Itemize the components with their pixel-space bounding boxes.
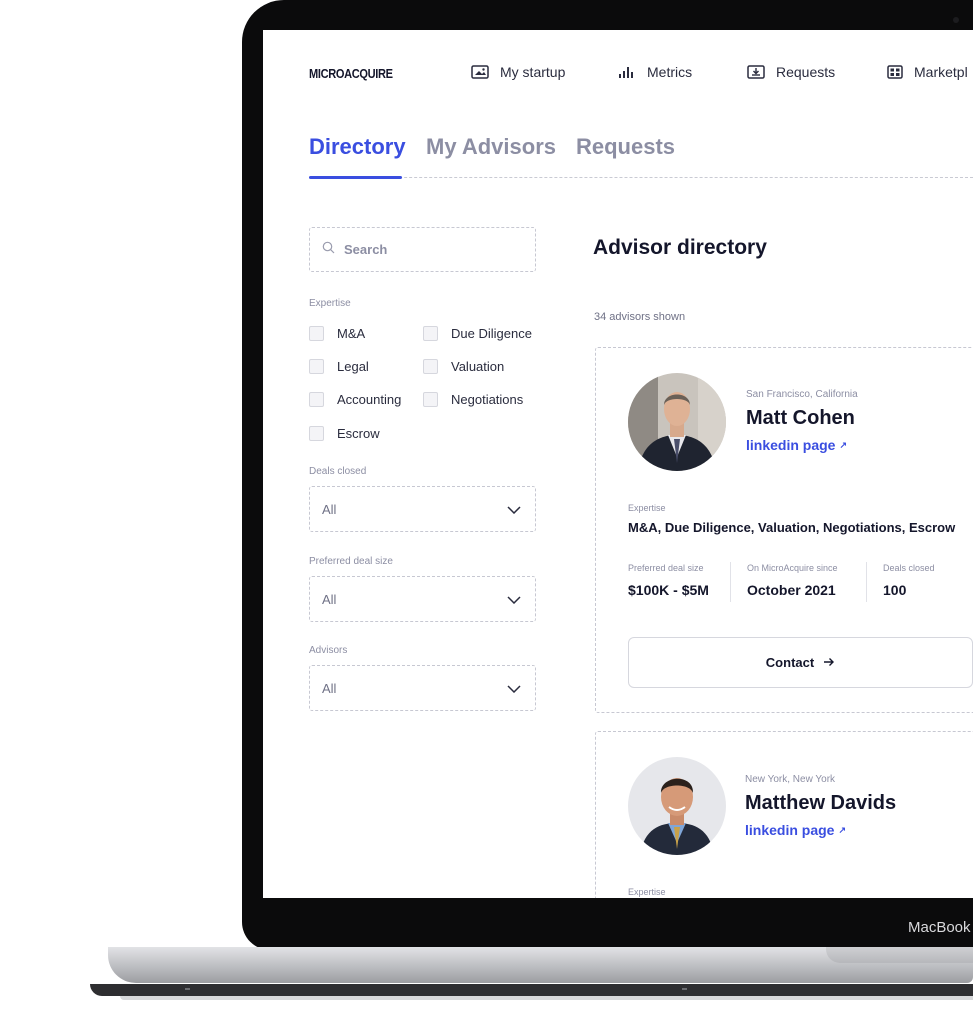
tab-my-advisors[interactable]: My Advisors bbox=[426, 134, 556, 160]
stat-value: October 2021 bbox=[747, 582, 836, 598]
arrow-right-icon bbox=[823, 655, 835, 670]
linkedin-link[interactable]: linkedin page ↗ bbox=[746, 437, 847, 453]
tab-active-indicator bbox=[309, 176, 402, 179]
bar-chart-icon bbox=[618, 66, 636, 78]
search-input[interactable] bbox=[344, 242, 504, 257]
checkbox-label: Due Diligence bbox=[451, 326, 532, 341]
advisor-name: Matt Cohen bbox=[746, 407, 855, 429]
checkbox-label: Valuation bbox=[451, 359, 505, 374]
stat-label: Preferred deal size bbox=[628, 563, 704, 573]
deal-size-label: Preferred deal size bbox=[309, 556, 393, 567]
advisors-select[interactable]: All bbox=[309, 665, 536, 711]
chevron-down-icon bbox=[507, 592, 521, 607]
results-count: 34 advisors shown bbox=[594, 311, 686, 323]
logo[interactable]: MICROACQUIRE bbox=[309, 66, 393, 81]
stat-label: On MicroAcquire since bbox=[747, 563, 838, 573]
checkbox-legal[interactable]: Legal bbox=[309, 359, 369, 374]
expertise-list: M&A, Due Diligence, Valuation, Negotiati… bbox=[628, 520, 956, 535]
nav-label: Marketpl bbox=[914, 64, 968, 80]
linkedin-link[interactable]: linkedin page ↗ bbox=[745, 822, 846, 838]
nav-my-startup[interactable]: My startup bbox=[471, 64, 565, 80]
expertise-label: Expertise bbox=[628, 887, 666, 897]
contact-button[interactable]: Contact bbox=[628, 637, 973, 688]
checkbox-box[interactable] bbox=[423, 359, 438, 374]
laptop-foot bbox=[682, 988, 687, 990]
device-chin-label: MacBook bbox=[908, 919, 971, 936]
external-link-icon: ↗ bbox=[839, 440, 848, 450]
grid-icon bbox=[887, 65, 903, 79]
checkbox-m-and-a[interactable]: M&A bbox=[309, 326, 365, 341]
link-label: linkedin page bbox=[746, 437, 836, 453]
checkbox-box[interactable] bbox=[309, 359, 324, 374]
image-icon bbox=[471, 65, 489, 79]
laptop-base-shadow bbox=[120, 996, 973, 1000]
deal-size-select[interactable]: All bbox=[309, 576, 536, 622]
tab-divider bbox=[309, 177, 973, 178]
checkbox-box[interactable] bbox=[309, 326, 324, 341]
checkbox-box[interactable] bbox=[309, 392, 324, 407]
checkbox-label: Legal bbox=[337, 359, 369, 374]
stat-divider bbox=[730, 562, 731, 602]
laptop-foot bbox=[185, 988, 190, 990]
checkbox-due-diligence[interactable]: Due Diligence bbox=[423, 326, 532, 341]
select-value: All bbox=[322, 680, 337, 696]
stat-value: $100K - $5M bbox=[628, 582, 709, 598]
chevron-down-icon bbox=[507, 681, 521, 696]
tab-directory[interactable]: Directory bbox=[309, 134, 406, 160]
stat-value: 100 bbox=[883, 582, 907, 598]
checkbox-label: Negotiations bbox=[451, 392, 524, 407]
checkbox-box[interactable] bbox=[423, 392, 438, 407]
nav-requests[interactable]: Requests bbox=[747, 64, 835, 80]
page-title: Advisor directory bbox=[593, 236, 767, 259]
link-label: linkedin page bbox=[745, 822, 835, 838]
external-link-icon: ↗ bbox=[838, 825, 847, 835]
inbox-icon bbox=[747, 65, 765, 79]
camera-icon bbox=[953, 17, 959, 23]
laptop-base-edge bbox=[90, 984, 973, 996]
checkbox-label: M&A bbox=[337, 326, 366, 341]
avatar bbox=[628, 373, 726, 471]
laptop-base-notch bbox=[826, 947, 973, 963]
checkbox-negotiations[interactable]: Negotiations bbox=[423, 392, 523, 407]
checkbox-box[interactable] bbox=[309, 426, 324, 441]
advisors-filter-label: Advisors bbox=[309, 645, 348, 656]
expertise-filter-label: Expertise bbox=[309, 298, 351, 309]
checkbox-valuation[interactable]: Valuation bbox=[423, 359, 504, 374]
tab-requests[interactable]: Requests bbox=[576, 134, 675, 160]
nav-marketplace[interactable]: Marketpl bbox=[887, 64, 968, 80]
deals-closed-select[interactable]: All bbox=[309, 486, 536, 532]
contact-label: Contact bbox=[765, 655, 815, 670]
checkbox-box[interactable] bbox=[423, 326, 438, 341]
search-field[interactable] bbox=[309, 227, 536, 272]
chevron-down-icon bbox=[507, 502, 521, 517]
stat-divider bbox=[866, 562, 867, 602]
deals-closed-label: Deals closed bbox=[309, 466, 367, 477]
select-value: All bbox=[322, 591, 337, 607]
avatar bbox=[628, 757, 726, 855]
checkbox-escrow[interactable]: Escrow bbox=[309, 426, 380, 441]
stat-label: Deals closed bbox=[883, 563, 935, 573]
checkbox-accounting[interactable]: Accounting bbox=[309, 392, 401, 407]
advisor-location: San Francisco, California bbox=[746, 389, 858, 400]
nav-label: My startup bbox=[500, 64, 566, 80]
checkbox-label: Escrow bbox=[337, 426, 380, 441]
app-screen: MICROACQUIRE My startup Metrics Requests… bbox=[263, 30, 973, 898]
search-icon bbox=[322, 241, 335, 259]
advisor-name: Matthew Davids bbox=[745, 792, 897, 814]
select-value: All bbox=[322, 501, 337, 517]
checkbox-label: Accounting bbox=[337, 392, 402, 407]
nav-label: Requests bbox=[776, 64, 836, 80]
nav-metrics[interactable]: Metrics bbox=[618, 64, 692, 80]
expertise-label: Expertise bbox=[628, 503, 666, 513]
nav-label: Metrics bbox=[647, 64, 693, 80]
advisor-location: New York, New York bbox=[745, 774, 836, 785]
